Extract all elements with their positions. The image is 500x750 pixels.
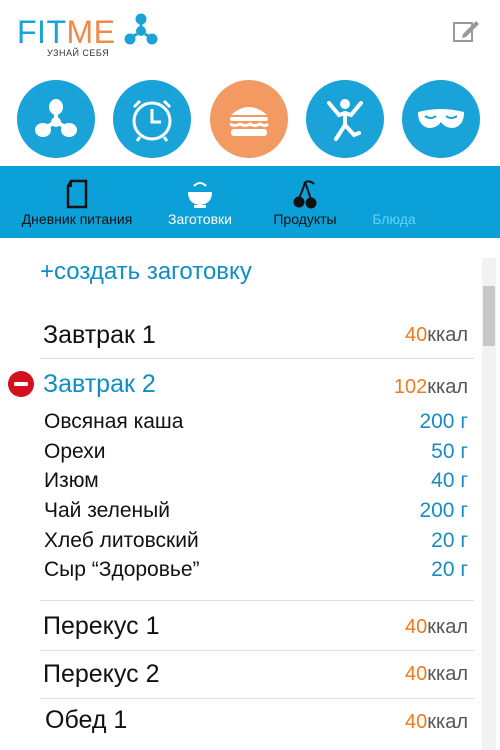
divider bbox=[40, 358, 474, 359]
edit-icon[interactable] bbox=[452, 18, 480, 44]
ingredient-name: Хлеб литовский bbox=[44, 529, 199, 552]
delete-meal-button[interactable] bbox=[8, 371, 34, 397]
meal-kcal: 40ккал bbox=[405, 616, 468, 638]
logo-mark-icon bbox=[124, 13, 158, 45]
divider bbox=[40, 698, 474, 699]
tab-food-diary[interactable]: Дневник питания bbox=[10, 166, 144, 238]
burger-icon bbox=[229, 107, 270, 136]
cherry-icon bbox=[293, 180, 317, 209]
logo-tagline: УЗНАЙ СЕБЯ bbox=[47, 48, 110, 58]
category-sleep-button[interactable] bbox=[402, 80, 480, 158]
tab-food-diary-label: Дневник питания bbox=[21, 211, 133, 227]
logo-me-text: ME bbox=[66, 14, 116, 50]
ingredient-name: Орехи bbox=[44, 440, 106, 463]
meal-kcal: 40ккал bbox=[405, 324, 468, 346]
ingredient-amount[interactable]: 20 г bbox=[431, 529, 468, 553]
logo-fit-text: FIT bbox=[17, 14, 67, 50]
document-icon bbox=[66, 179, 88, 209]
meal-kcal: 102ккал bbox=[393, 376, 468, 398]
ingredient-name: Изюм bbox=[44, 469, 99, 492]
divider bbox=[40, 600, 474, 601]
ingredient-name: Сыр “Здоровье” bbox=[44, 558, 200, 581]
ingredient-amount[interactable]: 20 г bbox=[431, 558, 468, 582]
tab-blanks-label: Заготовки bbox=[168, 211, 232, 227]
tab-products-label: Продукты bbox=[273, 211, 337, 227]
meal-title[interactable]: Обед 1 bbox=[45, 706, 127, 735]
ingredient-amount[interactable]: 50 г bbox=[431, 440, 468, 464]
sleep-mask-icon bbox=[418, 109, 464, 128]
alarm-clock-icon bbox=[132, 99, 172, 142]
meal-title[interactable]: Перекус 1 bbox=[43, 612, 159, 641]
ingredient-amount[interactable]: 40 г bbox=[431, 469, 468, 493]
network-icon bbox=[35, 99, 77, 137]
app-logo: FITME bbox=[17, 14, 115, 50]
meal-kcal: 40ккал bbox=[405, 711, 468, 733]
person-jumping-icon bbox=[327, 99, 363, 141]
divider bbox=[40, 650, 474, 651]
meal-title[interactable]: Перекус 2 bbox=[43, 660, 159, 689]
scrollbar-thumb[interactable] bbox=[483, 286, 495, 346]
tab-products[interactable]: Продукты bbox=[260, 166, 350, 238]
tab-dishes-label: Блюда bbox=[372, 211, 416, 227]
category-alarm-button[interactable] bbox=[113, 80, 191, 158]
meal-kcal: 40ккал bbox=[405, 663, 468, 685]
tab-dishes[interactable]: Блюда bbox=[360, 166, 428, 238]
tab-blanks[interactable]: Заготовки bbox=[155, 166, 245, 238]
ingredient-name: Овсяная каша bbox=[44, 410, 184, 433]
bowl-icon bbox=[188, 182, 212, 208]
category-activity-button[interactable] bbox=[306, 80, 384, 158]
create-blank-button[interactable]: +создать заготовку bbox=[40, 258, 252, 286]
ingredient-amount[interactable]: 200 г bbox=[419, 499, 468, 523]
ingredient-amount[interactable]: 200 г bbox=[419, 410, 468, 434]
tab-bar: Дневник питания Заготовки Продукты Блюда bbox=[0, 166, 500, 238]
category-network-button[interactable] bbox=[17, 80, 95, 158]
meal-title[interactable]: Завтрак 1 bbox=[43, 321, 156, 350]
category-food-button[interactable] bbox=[210, 80, 288, 158]
ingredient-name: Чай зеленый bbox=[44, 499, 170, 522]
meal-title-expanded[interactable]: Завтрак 2 bbox=[43, 370, 156, 399]
